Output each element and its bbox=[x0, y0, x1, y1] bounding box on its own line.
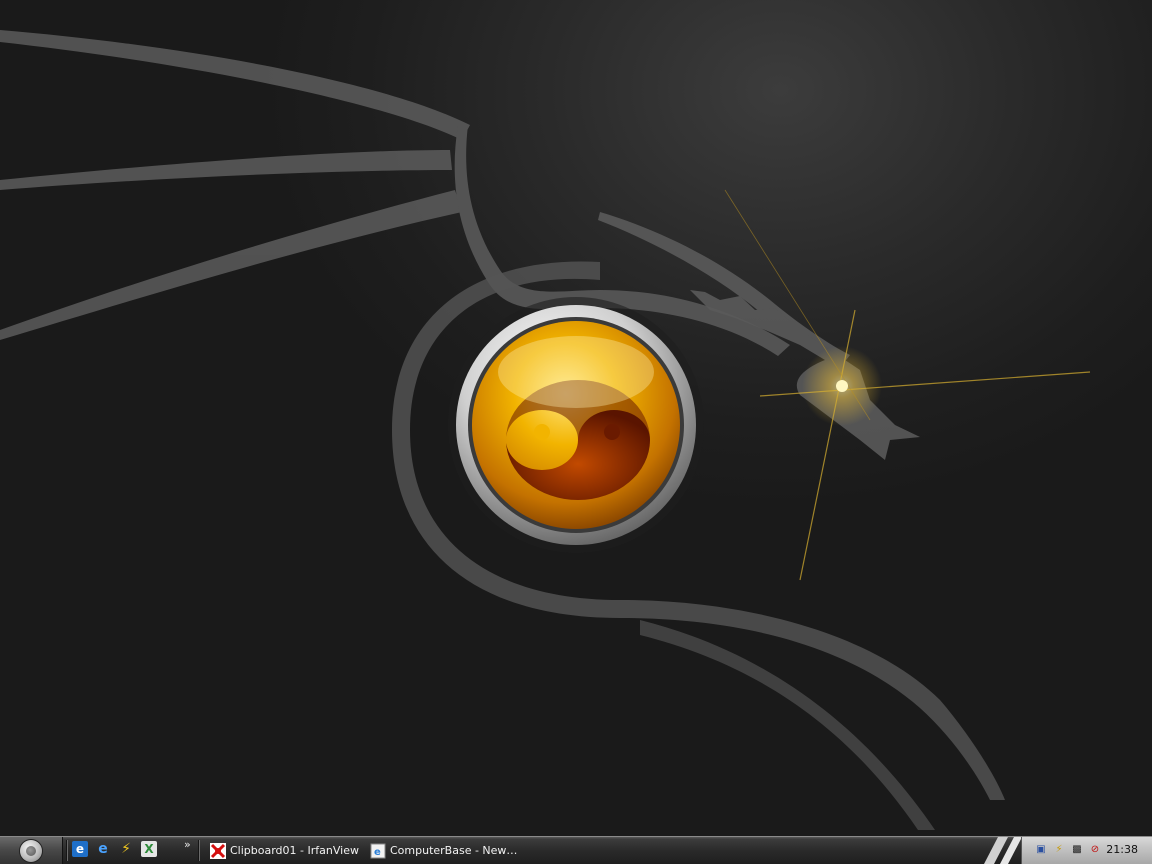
network-icon[interactable]: ▣ bbox=[1034, 842, 1048, 856]
volume-muted-icon[interactable]: ⊘ bbox=[1088, 842, 1102, 856]
start-button[interactable] bbox=[0, 837, 63, 864]
task-button-irfanview[interactable]: Clipboard01 - IrfanView bbox=[206, 839, 366, 862]
start-orb-icon bbox=[20, 839, 42, 862]
dragon-wallpaper bbox=[0, 30, 1091, 830]
task-button-computerbase[interactable]: e ComputerBase - New… bbox=[366, 839, 526, 862]
excel-icon[interactable]: X bbox=[141, 841, 157, 857]
quick-launch-overflow-chevron[interactable]: » bbox=[184, 838, 191, 851]
taskbar: e e ⚡ X » Clipboard01 - IrfanView e Comp… bbox=[0, 836, 1152, 864]
clock[interactable]: 21:38 bbox=[1106, 843, 1138, 856]
taskbar-divider bbox=[66, 840, 68, 861]
tray-separator-stripes bbox=[984, 837, 1022, 864]
task-label: Clipboard01 - IrfanView bbox=[230, 844, 359, 857]
task-label: ComputerBase - New… bbox=[390, 844, 518, 857]
svg-text:e: e bbox=[374, 847, 381, 858]
show-desktop-icon[interactable]: e bbox=[72, 841, 88, 857]
desktop bbox=[0, 0, 1152, 836]
internet-explorer-page-icon: e bbox=[370, 843, 386, 858]
quick-launch-bar: e e ⚡ X bbox=[72, 841, 157, 857]
power-icon[interactable]: ⚡ bbox=[1052, 842, 1066, 856]
dragon-eye-glow bbox=[724, 189, 1091, 581]
internet-explorer-icon[interactable]: e bbox=[95, 841, 111, 857]
irfanview-icon bbox=[210, 842, 226, 859]
dragon-tail bbox=[640, 620, 935, 830]
system-tray: ▣ ⚡ ▩ ⊘ 21:38 bbox=[1021, 837, 1152, 864]
display-icon[interactable]: ▩ bbox=[1070, 842, 1084, 856]
winamp-lightning-icon[interactable]: ⚡ bbox=[118, 841, 134, 857]
taskbar-divider bbox=[198, 840, 200, 861]
yin-yang-orb bbox=[448, 297, 704, 553]
dragon-wing-strokes bbox=[0, 30, 790, 356]
